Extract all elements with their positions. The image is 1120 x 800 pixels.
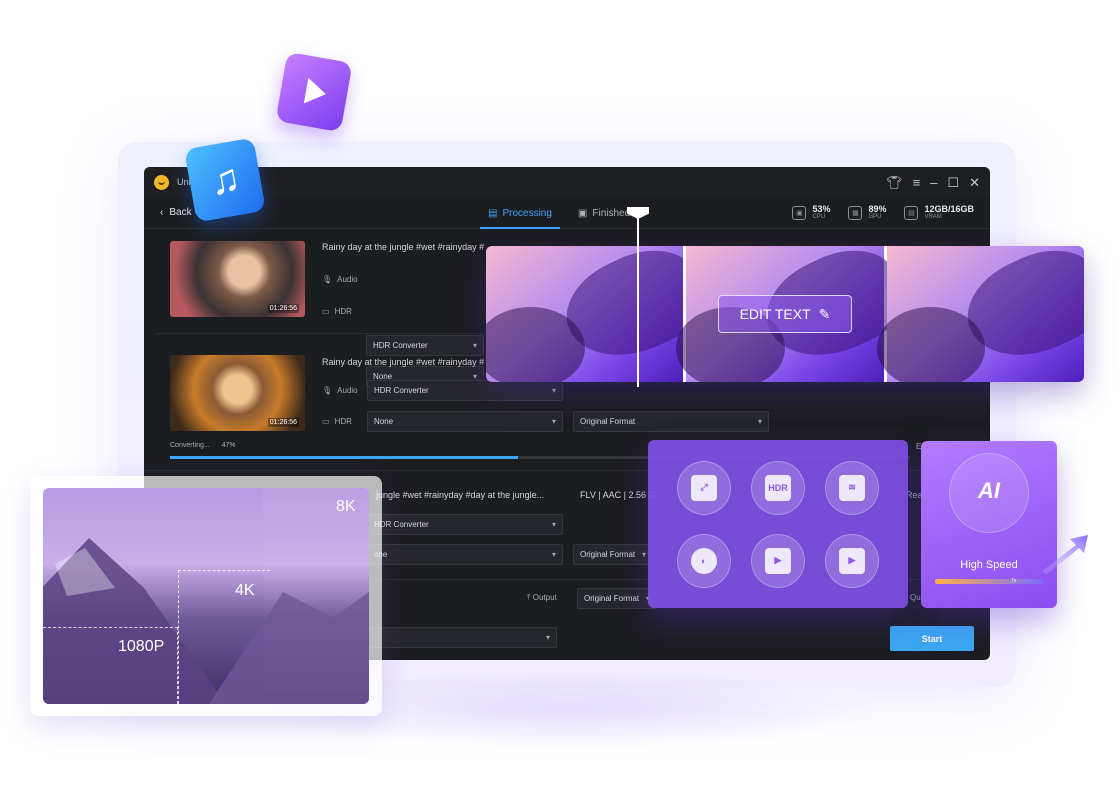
timeline-frame <box>486 246 684 382</box>
tools-panel: ⤢ HDR ≋ ◐ ▶ ▶ <box>648 440 908 608</box>
palette-icon: ◐ <box>691 547 717 574</box>
vram-label: VRAM <box>924 214 942 220</box>
gpu-stat: ▦ 89% GPU <box>848 205 886 220</box>
speed-label: High Speed <box>960 559 1018 571</box>
timeline-frame <box>876 246 1084 382</box>
wave-icon: ≋ <box>839 474 865 501</box>
color-tool[interactable]: ◐ <box>670 527 738 594</box>
speed-badge: 7x <box>1011 578 1017 584</box>
list-icon: ▤ <box>488 207 498 219</box>
resolution-label-4k: 4K <box>235 582 255 599</box>
calendar-icon: ▣ <box>577 207 588 219</box>
edit-text-button[interactable]: EDIT TEXT ✎ <box>718 295 852 333</box>
stabilize-icon: ▶ <box>839 547 865 574</box>
audio-select[interactable]: HDR Converter <box>366 335 484 356</box>
resolution-label-1080p: 1080P <box>118 638 165 655</box>
audio-label-text: Audio <box>337 275 358 284</box>
speed-bar: 7x <box>935 578 1043 584</box>
playhead-line[interactable] <box>637 212 639 387</box>
menu-icon[interactable]: ≡ <box>913 176 921 189</box>
hdr-label-text: HDR <box>334 307 352 316</box>
maximize-icon[interactable]: ☐ <box>947 176 959 189</box>
gpu-label: GPU <box>868 214 882 220</box>
back-button[interactable]: ‹ Back <box>160 207 192 218</box>
close-icon[interactable]: ✕ <box>969 176 980 189</box>
app-logo-icon <box>154 174 169 190</box>
vram-value: 12GB/16GB <box>924 204 974 214</box>
ai-speed-card: AI High Speed 7x <box>921 441 1057 608</box>
vram-icon: ▤ <box>904 205 919 220</box>
toolbar: ‹ Back ▤ Processing ▣ Finished ▣ 53% CPU … <box>144 197 990 229</box>
task-title: Rainy day at the jungle #wet #rainyday # <box>322 242 485 252</box>
pencil-icon: ✎ <box>818 305 831 322</box>
chevron-left-icon: ‹ <box>160 207 164 218</box>
denoise-tool[interactable]: ≋ <box>818 454 886 521</box>
ai-label: AI <box>978 478 1000 503</box>
minimize-icon[interactable]: – <box>930 176 937 189</box>
back-label: Back <box>169 207 192 218</box>
stabilize-tool[interactable]: ▶ <box>818 527 886 594</box>
tab-finished[interactable]: ▣ Finished <box>578 197 630 229</box>
gpu-value: 89% <box>868 204 887 214</box>
hdr-select[interactable]: None <box>366 366 484 387</box>
gpu-icon: ▦ <box>848 205 863 220</box>
titlebar: Uni 👕︎ ≡ – ☐ ✕ <box>144 167 990 197</box>
mic-icon: 🎙︎ <box>322 275 333 284</box>
cpu-icon: ▣ <box>792 205 807 220</box>
tab-processing[interactable]: ▤ Processing <box>480 197 560 229</box>
highlight-region <box>263 488 369 704</box>
start-button[interactable]: Start <box>890 626 974 651</box>
expand-icon: ⤢ <box>691 474 717 501</box>
image-icon: ▭ <box>322 307 330 316</box>
music-note-icon: ♫ <box>184 137 266 223</box>
frame-interpolation-tool[interactable]: ▶ <box>744 527 812 594</box>
vram-stat: ▤ 12GB/16GB VRAM <box>904 205 974 220</box>
video-play-icon <box>275 51 353 133</box>
audio-label: 🎙︎ Audio <box>322 275 358 284</box>
video-thumbnail[interactable]: 01:26:56 <box>170 241 305 317</box>
tabs: ▤ Processing ▣ Finished <box>480 197 630 229</box>
duration-label: 01:26:56 <box>267 304 299 313</box>
edit-text-label: EDIT TEXT <box>739 306 811 322</box>
tshirt-icon[interactable]: 👕︎ <box>886 176 903 189</box>
tab-processing-label: Processing <box>502 207 552 219</box>
resolution-label-8k: 8K <box>336 498 356 515</box>
hdr-tool[interactable]: HDR <box>744 454 812 521</box>
cpu-value: 53% <box>812 204 831 214</box>
hdr-icon: HDR <box>765 474 791 501</box>
frames-icon: ▶ <box>765 547 791 574</box>
system-stats: ▣ 53% CPU ▦ 89% GPU ▤ 12GB/16GB VRAM <box>792 205 974 220</box>
4k-region <box>178 570 270 704</box>
tab-finished-label: Finished <box>592 207 631 219</box>
window-controls: 👕︎ ≡ – ☐ ✕ <box>886 176 980 189</box>
speed-bar-fill <box>935 579 1043 584</box>
resolution-preview: 8K 4K 1080P <box>43 488 369 704</box>
upscale-tool[interactable]: ⤢ <box>670 454 738 521</box>
cpu-stat: ▣ 53% CPU <box>792 205 830 220</box>
cpu-label: CPU <box>812 214 826 220</box>
hdr-label: ▭ HDR <box>322 307 352 316</box>
arrow-up-right-icon <box>1042 535 1088 575</box>
